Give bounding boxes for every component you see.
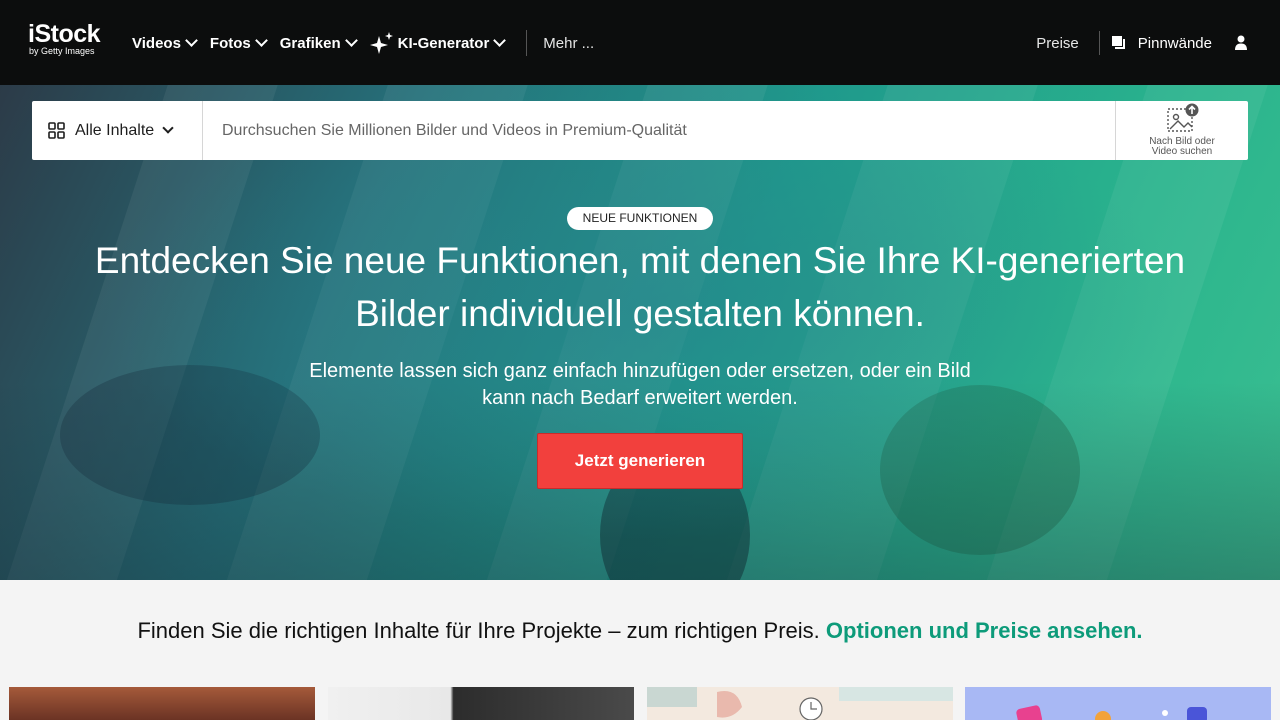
logo-wordmark: iStock <box>28 20 101 48</box>
grid-icon <box>48 122 65 139</box>
boards-label: Pinnwände <box>1137 34 1212 52</box>
nav-videos-label: Videos <box>132 34 181 52</box>
content-type-dropdown[interactable]: Alle Inhalte <box>32 101 203 160</box>
sparkle-icon <box>369 32 393 54</box>
nav-fotos[interactable]: Fotos <box>209 34 268 52</box>
nav-more[interactable]: Mehr ... <box>543 35 594 52</box>
content-tile-illustration[interactable] <box>647 687 953 720</box>
content-type-label: Alle Inhalte <box>75 121 155 139</box>
boards-link[interactable]: Pinnwände <box>1111 34 1212 52</box>
nav-ki-generator[interactable]: KI-Generator <box>369 32 507 54</box>
main-nav: Videos Fotos Grafiken KI-Generator Mehr … <box>132 30 594 56</box>
nav-divider <box>1098 31 1100 55</box>
chevron-down-icon <box>254 34 268 47</box>
illustration-preview <box>647 687 953 720</box>
search-input[interactable] <box>203 101 1115 160</box>
istock-logo[interactable]: iStock by Getty Images <box>28 20 101 57</box>
nav-fotos-label: Fotos <box>209 34 251 52</box>
top-navigation-bar: iStock by Getty Images Videos Fotos Graf… <box>0 0 1280 85</box>
logo-tagline: by Getty Images <box>29 46 95 56</box>
pricing-promo: Finden Sie die richtigen Inhalte für Ihr… <box>0 580 1280 684</box>
hero-headline-line1: Entdecken Sie neue Funktionen, mit denen… <box>94 240 1186 281</box>
graphic-preview <box>1016 705 1207 720</box>
hero-subline: Elemente lassen sich ganz einfach hinzuf… <box>270 358 1010 412</box>
boards-icon <box>1111 36 1125 49</box>
chevron-down-icon <box>493 34 507 47</box>
image-search-icon <box>1167 103 1199 132</box>
nav-divider <box>526 30 528 56</box>
visual-search-button[interactable]: Nach Bild oder Video suchen <box>1115 101 1248 160</box>
content-tile-graphic[interactable] <box>965 687 1271 720</box>
nav-grafiken[interactable]: Grafiken <box>279 34 358 52</box>
nav-ki-generator-label: KI-Generator <box>397 34 490 52</box>
visual-search-label-line2: Video suchen <box>1151 146 1213 157</box>
chevron-down-icon <box>344 34 358 47</box>
nav-videos[interactable]: Videos <box>132 34 198 52</box>
chevron-down-icon <box>185 34 198 47</box>
user-icon[interactable] <box>1234 35 1248 51</box>
hero-subline-line2: kann nach Bedarf erweitert werden. <box>482 387 798 409</box>
chevron-down-icon <box>162 122 174 134</box>
content-tile-image[interactable] <box>328 687 634 720</box>
promo-text: Finden Sie die richtigen Inhalte für Ihr… <box>137 618 826 643</box>
pricing-options-link[interactable]: Optionen und Preise ansehen. <box>826 618 1143 643</box>
pricing-link[interactable]: Preise <box>1036 35 1079 52</box>
account-nav: Preise Pinnwände <box>1036 30 1280 56</box>
generate-now-button[interactable]: Jetzt generieren <box>537 433 743 489</box>
hero-headline: Entdecken Sie neue Funktionen, mit denen… <box>20 234 1260 340</box>
search-bar: Alle Inhalte Nach Bild oder Video suchen <box>32 101 1248 160</box>
nav-grafiken-label: Grafiken <box>279 34 341 52</box>
content-tile-image[interactable] <box>9 687 315 720</box>
hero-subline-line1: Elemente lassen sich ganz einfach hinzuf… <box>309 360 971 382</box>
hero-headline-line2: Bilder individuell gestalten können. <box>355 293 925 334</box>
new-features-badge: NEUE FUNKTIONEN <box>567 207 713 230</box>
